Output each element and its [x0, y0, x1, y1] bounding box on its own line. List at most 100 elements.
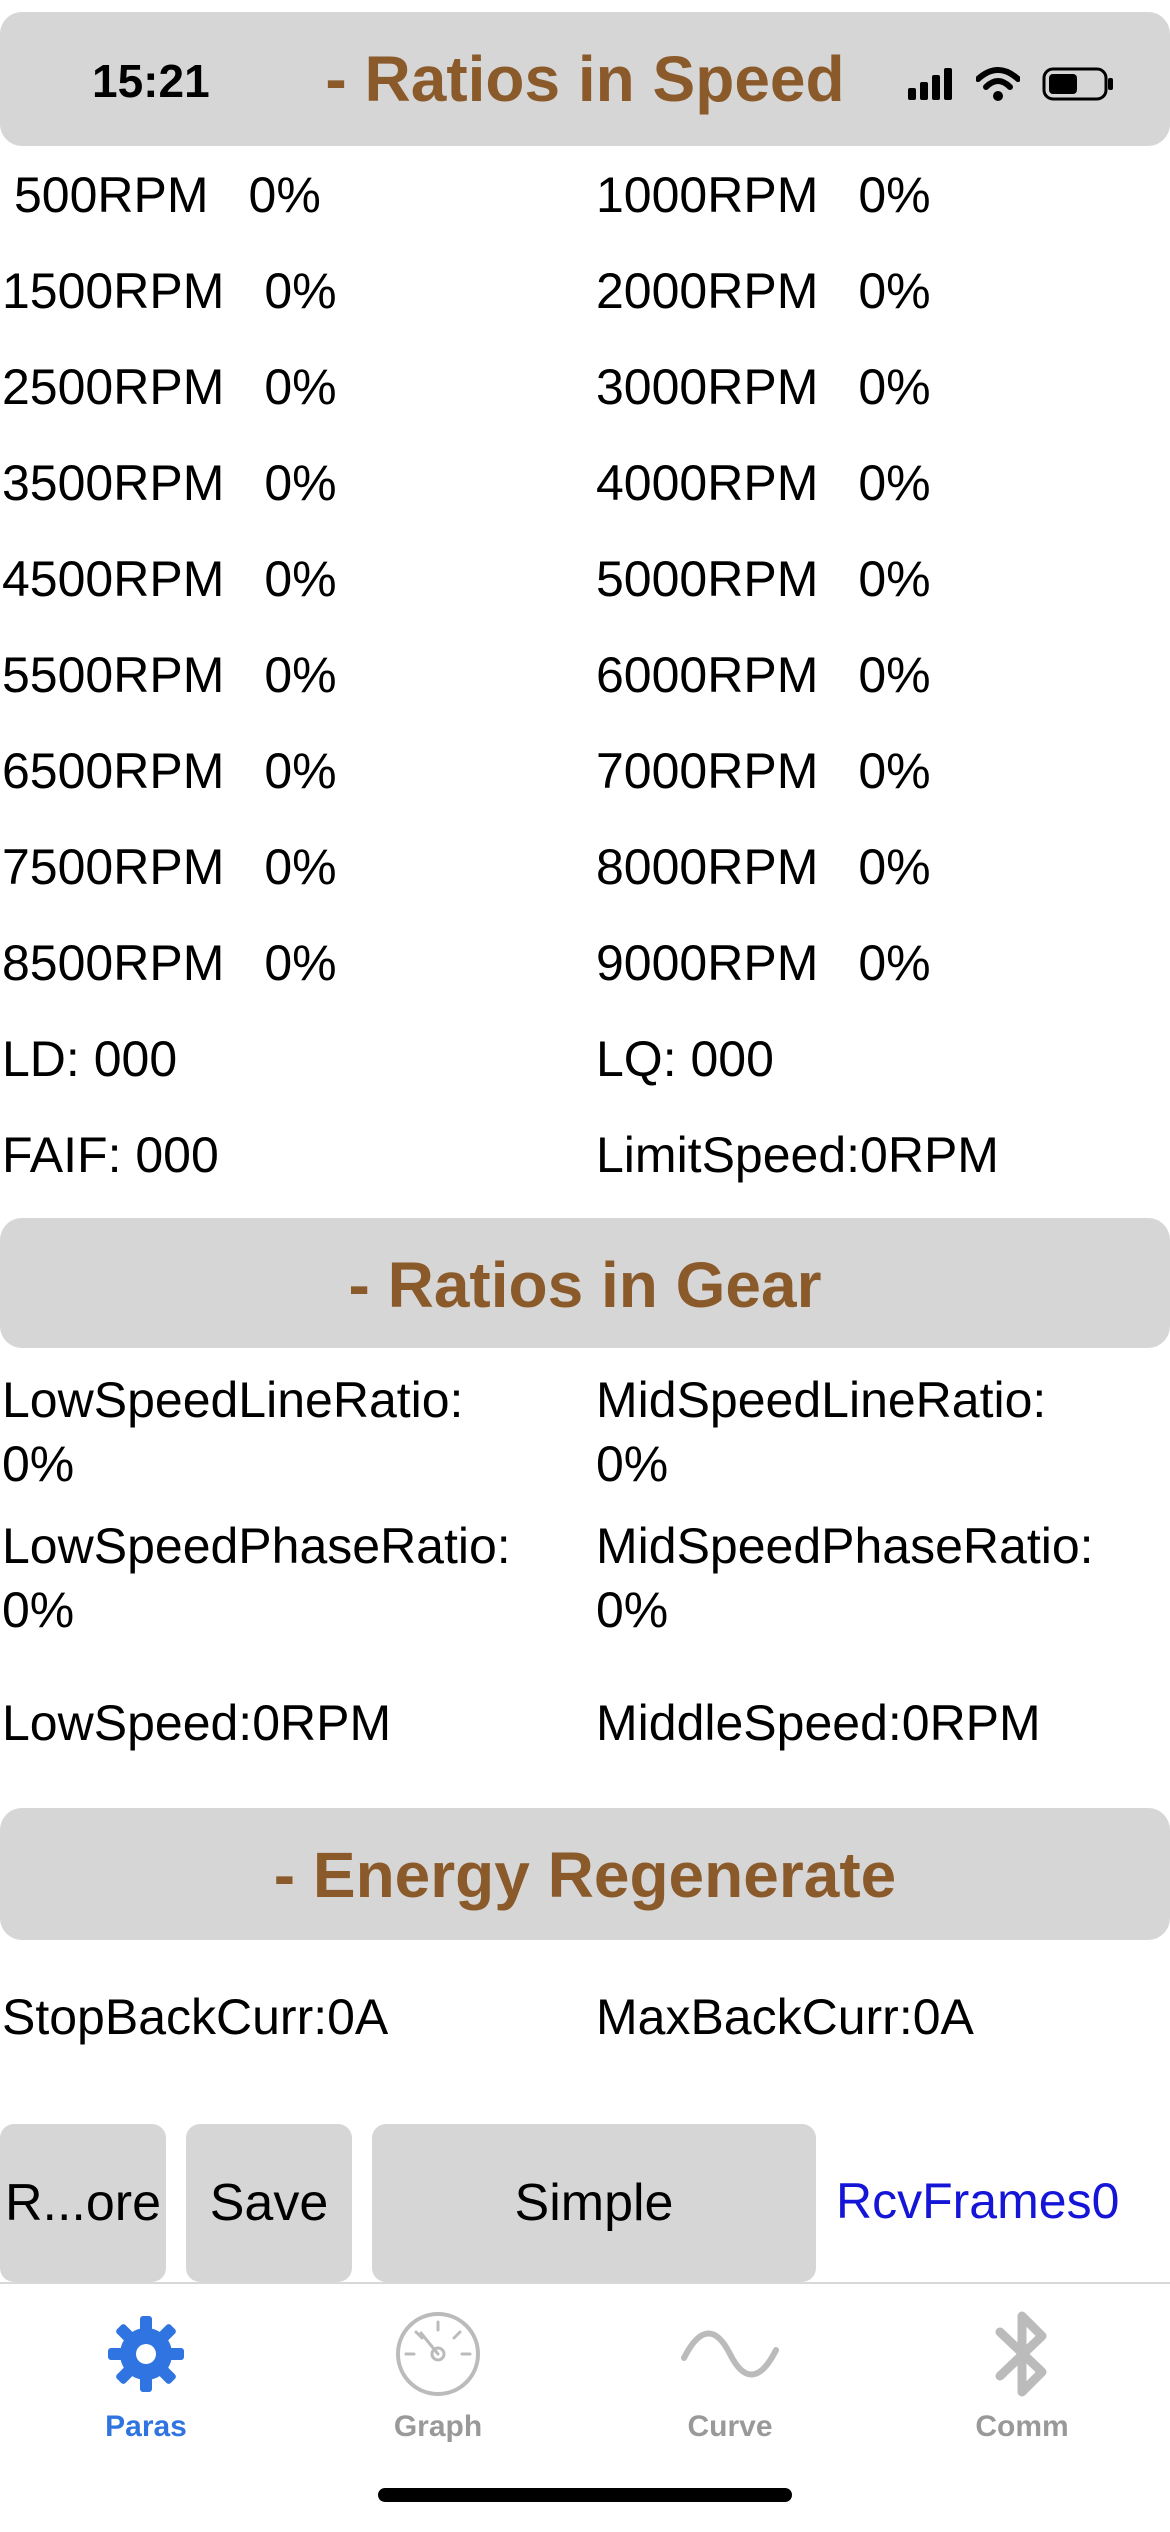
- rpm-row: 500RPM 0% 1000RPM 0%: [0, 166, 1170, 236]
- rpm-ratio-value: 0%: [248, 167, 321, 223]
- gear-section-header: - Ratios in Gear: [0, 1218, 1170, 1348]
- restore-button[interactable]: R...ore: [0, 2124, 166, 2282]
- ld-lq-row: LD: 000 LQ: 000: [0, 1030, 1170, 1100]
- rpm-ratio-value: 0%: [858, 167, 931, 223]
- rpm-cell: 3500RPM 0%: [2, 454, 337, 512]
- mid-speed-phase-ratio: MidSpeedPhaseRatio: 0%: [596, 1514, 1170, 1642]
- rpm-cell: 7500RPM 0%: [2, 838, 337, 896]
- rpm-label: 6000RPM: [596, 647, 819, 703]
- rpm-ratio-value: 0%: [264, 359, 337, 415]
- gear-icon: [108, 2316, 184, 2392]
- rpm-label: 7000RPM: [596, 743, 819, 799]
- wave-icon: [681, 2330, 779, 2378]
- rpm-cell: 5500RPM 0%: [2, 646, 337, 704]
- rcv-frames-counter: RcvFrames0: [836, 2173, 1120, 2229]
- rpm-ratio-value: 0%: [264, 647, 337, 703]
- rpm-cell: 6500RPM 0%: [2, 742, 337, 800]
- rpm-row: 6500RPM 0% 7000RPM 0%: [0, 742, 1170, 812]
- mid-speed-phase-ratio-label: MidSpeedPhaseRatio:: [596, 1518, 1094, 1574]
- home-indicator: [378, 2488, 792, 2502]
- gauge-icon: [396, 2312, 480, 2396]
- rpm-ratio-value: 0%: [858, 743, 931, 799]
- tab-graph[interactable]: Graph: [338, 2304, 538, 2444]
- energy-section-header: - Energy Regenerate: [0, 1808, 1170, 1940]
- rpm-row: 7500RPM 0% 8000RPM 0%: [0, 838, 1170, 908]
- rpm-row: 3500RPM 0% 4000RPM 0%: [0, 454, 1170, 524]
- limit-speed-value: LimitSpeed:0RPM: [596, 1127, 999, 1183]
- rpm-row: 1500RPM 0% 2000RPM 0%: [0, 262, 1170, 332]
- rpm-cell: 1500RPM 0%: [2, 262, 337, 320]
- stop-back-current: StopBackCurr:0A: [2, 1989, 389, 2045]
- tab-comm-label: Comm: [975, 2410, 1069, 2443]
- tab-graph-label: Graph: [393, 2410, 483, 2443]
- rpm-cell: 9000RPM 0%: [596, 934, 931, 992]
- tab-paras-label: Paras: [105, 2410, 187, 2443]
- mid-speed-line-ratio-value: 0%: [596, 1436, 669, 1492]
- low-speed-phase-ratio-value: 0%: [2, 1582, 75, 1638]
- low-speed-phase-ratio: LowSpeedPhaseRatio: 0%: [2, 1514, 582, 1642]
- low-speed-value: LowSpeed:0RPM: [2, 1695, 392, 1751]
- lq-value: LQ: 000: [596, 1031, 774, 1087]
- rpm-ratio-value: 0%: [264, 839, 337, 895]
- wifi-icon: [976, 67, 1020, 101]
- rpm-cell: 4000RPM 0%: [596, 454, 931, 512]
- gear-section-title: - Ratios in Gear: [348, 1249, 822, 1321]
- low-speed-line-ratio-value: 0%: [2, 1436, 75, 1492]
- low-speed-phase-ratio-label: LowSpeedPhaseRatio:: [2, 1518, 511, 1574]
- rpm-ratio-value: 0%: [858, 359, 931, 415]
- rpm-ratio-value: 0%: [858, 263, 931, 319]
- rpm-label: 3000RPM: [596, 359, 819, 415]
- rpm-label: 5500RPM: [2, 647, 225, 703]
- tab-comm[interactable]: Comm: [922, 2304, 1122, 2444]
- rpm-row: 2500RPM 0% 3000RPM 0%: [0, 358, 1170, 428]
- rpm-cell: 6000RPM 0%: [596, 646, 931, 704]
- tab-curve-label: Curve: [687, 2410, 773, 2443]
- rpm-label: 7500RPM: [2, 839, 225, 895]
- status-icons: [908, 64, 1114, 104]
- rpm-cell: 7000RPM 0%: [596, 742, 931, 800]
- bluetooth-icon: [995, 2311, 1047, 2397]
- rpm-label: 500RPM: [14, 167, 209, 223]
- cellular-signal-icon: [908, 68, 952, 100]
- max-back-current: MaxBackCurr:0A: [596, 1989, 974, 2045]
- ld-value: LD: 000: [2, 1031, 178, 1087]
- rpm-label: 8000RPM: [596, 839, 819, 895]
- mid-speed-line-ratio-label: MidSpeedLineRatio:: [596, 1372, 1047, 1428]
- tab-paras[interactable]: Paras: [46, 2304, 246, 2444]
- low-speed-line-ratio-label: LowSpeedLineRatio:: [2, 1372, 464, 1428]
- rpm-ratio-value: 0%: [858, 551, 931, 607]
- rpm-cell: 2000RPM 0%: [596, 262, 931, 320]
- back-current-row: StopBackCurr:0A MaxBackCurr:0A: [0, 1988, 1170, 2058]
- save-button[interactable]: Save: [186, 2124, 352, 2282]
- rpm-label: 2000RPM: [596, 263, 819, 319]
- rpm-ratio-value: 0%: [858, 455, 931, 511]
- middle-speed-value: MiddleSpeed:0RPM: [596, 1695, 1041, 1751]
- tab-curve[interactable]: Curve: [630, 2304, 830, 2444]
- faif-value: FAIF: 000: [2, 1127, 219, 1183]
- mid-speed-phase-ratio-value: 0%: [596, 1582, 669, 1638]
- rpm-cell: 8500RPM 0%: [2, 934, 337, 992]
- rpm-ratio-value: 0%: [264, 455, 337, 511]
- rpm-cell: 2500RPM 0%: [2, 358, 337, 416]
- screen: 15:21 - Ratios in Speed 500RPM 0% 1000RPM 0…: [0, 0, 1170, 2532]
- rpm-row: 5500RPM 0% 6000RPM 0%: [0, 646, 1170, 716]
- rpm-cell: 5000RPM 0%: [596, 550, 931, 608]
- low-speed-line-ratio: LowSpeedLineRatio: 0%: [2, 1368, 582, 1496]
- rpm-label: 2500RPM: [2, 359, 225, 415]
- speed-section-title: - Ratios in Speed: [325, 43, 845, 115]
- rpm-cell: 1000RPM 0%: [596, 166, 931, 224]
- rpm-ratio-value: 0%: [858, 839, 931, 895]
- battery-icon: [1042, 67, 1113, 101]
- faif-limit-row: FAIF: 000 LimitSpeed:0RPM: [0, 1126, 1170, 1196]
- rpm-ratio-value: 0%: [264, 551, 337, 607]
- energy-section-title: - Energy Regenerate: [273, 1839, 897, 1911]
- rpm-ratio-value: 0%: [264, 743, 337, 799]
- speed-thresholds-row: LowSpeed:0RPM MiddleSpeed:0RPM: [0, 1694, 1170, 1764]
- rpm-cell: 8000RPM 0%: [596, 838, 931, 896]
- rpm-label: 9000RPM: [596, 935, 819, 991]
- rpm-cell: 500RPM 0%: [14, 166, 321, 224]
- rpm-label: 4000RPM: [596, 455, 819, 511]
- rpm-ratio-value: 0%: [858, 647, 931, 703]
- rpm-ratio-value: 0%: [264, 263, 337, 319]
- simple-button[interactable]: Simple: [372, 2124, 816, 2282]
